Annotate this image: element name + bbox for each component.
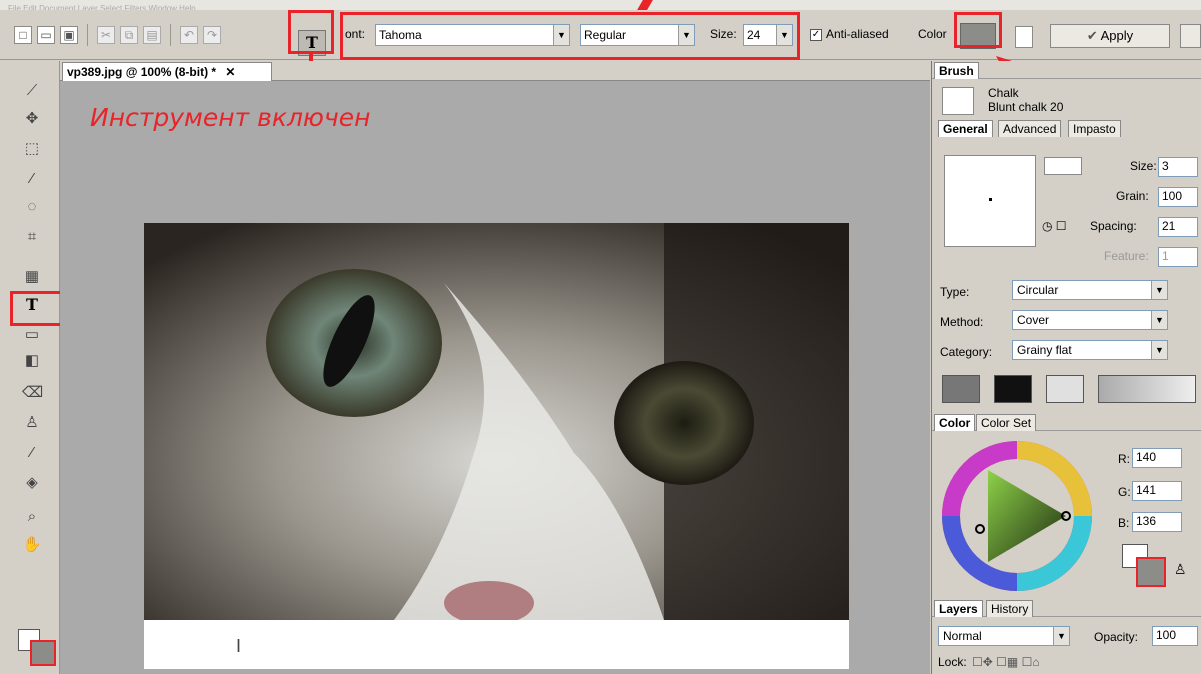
- brush-size-label: Size:: [1130, 159, 1157, 173]
- close-icon[interactable]: ✕: [225, 65, 235, 79]
- brush-name: Chalk: [988, 86, 1019, 100]
- grain-field[interactable]: 100: [1158, 187, 1198, 207]
- opacity-value: 100: [1156, 628, 1177, 642]
- blend-mode-select[interactable]: Normal ▼: [938, 626, 1070, 646]
- document-title: vp389.jpg @ 100% (8-bit) *: [67, 65, 217, 79]
- tab-layers[interactable]: Layers: [934, 600, 983, 617]
- tab-color[interactable]: Color: [934, 414, 976, 431]
- grain-texture-select[interactable]: [942, 375, 980, 403]
- type-select[interactable]: Circular ▼: [1012, 280, 1168, 300]
- cat-photo: [144, 223, 849, 620]
- spacing-field[interactable]: 21: [1158, 217, 1198, 237]
- green-field[interactable]: 141: [1132, 481, 1182, 501]
- blue-value: 136: [1136, 514, 1157, 528]
- text-entry-area[interactable]: I: [144, 620, 849, 669]
- type-value: Circular: [1017, 283, 1059, 297]
- tab-general[interactable]: General: [938, 120, 993, 137]
- method-value: Cover: [1017, 313, 1050, 327]
- zoom-icon[interactable]: ⌕: [22, 507, 42, 527]
- red-label: R:: [1118, 452, 1130, 466]
- blend-mode-value: Normal: [943, 629, 982, 643]
- feature-value: 1: [1162, 249, 1169, 263]
- spacing-value: 21: [1162, 219, 1176, 233]
- color-panel-header: Color Color Set: [932, 413, 1201, 431]
- stamp-icon[interactable]: ♙: [22, 413, 42, 433]
- noise-texture-select[interactable]: [1046, 375, 1084, 403]
- chevron-down-icon: ▼: [1053, 627, 1069, 645]
- brush-stroke-preview: [944, 155, 1036, 247]
- bucket-icon[interactable]: ◈: [22, 473, 42, 493]
- crop-icon[interactable]: ⌗: [22, 227, 42, 247]
- marquee-icon[interactable]: ⬚: [22, 139, 42, 159]
- timer-icon: ◷ ☐: [1042, 219, 1067, 233]
- document-tab-bar: vp389.jpg @ 100% (8-bit) * ✕: [60, 61, 930, 81]
- chevron-down-icon: ▼: [1151, 341, 1167, 359]
- tab-impasto[interactable]: Impasto: [1068, 120, 1121, 137]
- right-panels: Brush Chalk Blunt chalk 20 General Advan…: [931, 61, 1201, 674]
- spacing-label: Spacing:: [1090, 219, 1137, 233]
- method-label: Method:: [940, 315, 984, 329]
- stamp-icon[interactable]: ♙: [1174, 561, 1187, 578]
- eyedropper-icon[interactable]: ⁄: [22, 443, 42, 463]
- brush-variant: Blunt chalk 20: [988, 100, 1064, 114]
- tab-history[interactable]: History: [986, 600, 1034, 617]
- tab-brush[interactable]: Brush: [934, 62, 979, 79]
- shape-icon[interactable]: ▭: [22, 325, 42, 345]
- foreground-color-swatch[interactable]: [1136, 557, 1166, 587]
- text-tool-icon[interactable]: T: [22, 295, 42, 315]
- chevron-down-icon: ▼: [1151, 281, 1167, 299]
- wand-icon[interactable]: ⁄: [22, 169, 42, 189]
- opacity-field[interactable]: 100: [1152, 626, 1198, 646]
- document-tab[interactable]: vp389.jpg @ 100% (8-bit) * ✕: [62, 62, 272, 81]
- brush-shape-select[interactable]: [1044, 157, 1082, 175]
- blue-field[interactable]: 136: [1132, 512, 1182, 532]
- text-cursor-icon: I: [236, 636, 242, 656]
- gradient-select[interactable]: [1098, 375, 1196, 403]
- chevron-down-icon: ▼: [1151, 311, 1167, 329]
- color-wheel[interactable]: [942, 441, 1092, 591]
- canvas-image[interactable]: [144, 223, 849, 620]
- tools-panel: ⟋ ✥ ⬚ ⁄ ◌ ⌗ ▦ T ▭ ◧ ⌫ ♙ ⁄ ◈ ⌕ ✋: [0, 61, 60, 674]
- grain-value: 100: [1162, 189, 1183, 203]
- feature-label: Feature:: [1104, 249, 1149, 263]
- green-value: 141: [1136, 483, 1157, 497]
- method-select[interactable]: Cover ▼: [1012, 310, 1168, 330]
- saturation-triangle[interactable]: [988, 470, 1066, 562]
- color-marker: [975, 524, 985, 534]
- brush-size-value: 3: [1162, 159, 1169, 173]
- blue-label: B:: [1118, 516, 1130, 530]
- gradient-icon[interactable]: ◧: [22, 351, 42, 371]
- move-icon[interactable]: ✥: [22, 109, 42, 129]
- transform-icon[interactable]: ▦: [22, 267, 42, 287]
- category-select[interactable]: Grainy flat ▼: [1012, 340, 1168, 360]
- annotation-text: Инструмент включен: [90, 103, 371, 132]
- opacity-label: Opacity:: [1094, 630, 1139, 644]
- layers-panel-header: Layers History: [932, 599, 1201, 617]
- brush-panel-header: Brush: [932, 61, 1201, 79]
- category-value: Grainy flat: [1017, 343, 1072, 357]
- green-label: G:: [1118, 485, 1131, 499]
- feature-field[interactable]: 1: [1158, 247, 1198, 267]
- tab-advanced[interactable]: Advanced: [998, 120, 1062, 137]
- brush-size-field[interactable]: 3: [1158, 157, 1198, 177]
- brush-icon[interactable]: ⟋: [22, 81, 42, 101]
- foreground-color-swatch[interactable]: [30, 640, 56, 666]
- tab-color-set[interactable]: Color Set: [976, 414, 1037, 431]
- type-label: Type:: [940, 285, 970, 299]
- hand-icon[interactable]: ✋: [22, 535, 42, 555]
- grain-label: Grain:: [1116, 189, 1149, 203]
- red-value: 140: [1136, 450, 1157, 464]
- red-field[interactable]: 140: [1132, 448, 1182, 468]
- category-label: Category:: [940, 345, 993, 359]
- lock-label: Lock:: [938, 655, 967, 669]
- brush-tabs: General Advanced Impasto: [936, 119, 1198, 137]
- brush-preview-icon[interactable]: [942, 87, 974, 115]
- eraser-icon[interactable]: ⌫: [22, 383, 43, 403]
- lasso-icon[interactable]: ◌: [22, 197, 42, 217]
- flow-texture-select[interactable]: [994, 375, 1032, 403]
- lock-icons[interactable]: ☐✥ ☐▦ ☐⌂: [972, 655, 1040, 669]
